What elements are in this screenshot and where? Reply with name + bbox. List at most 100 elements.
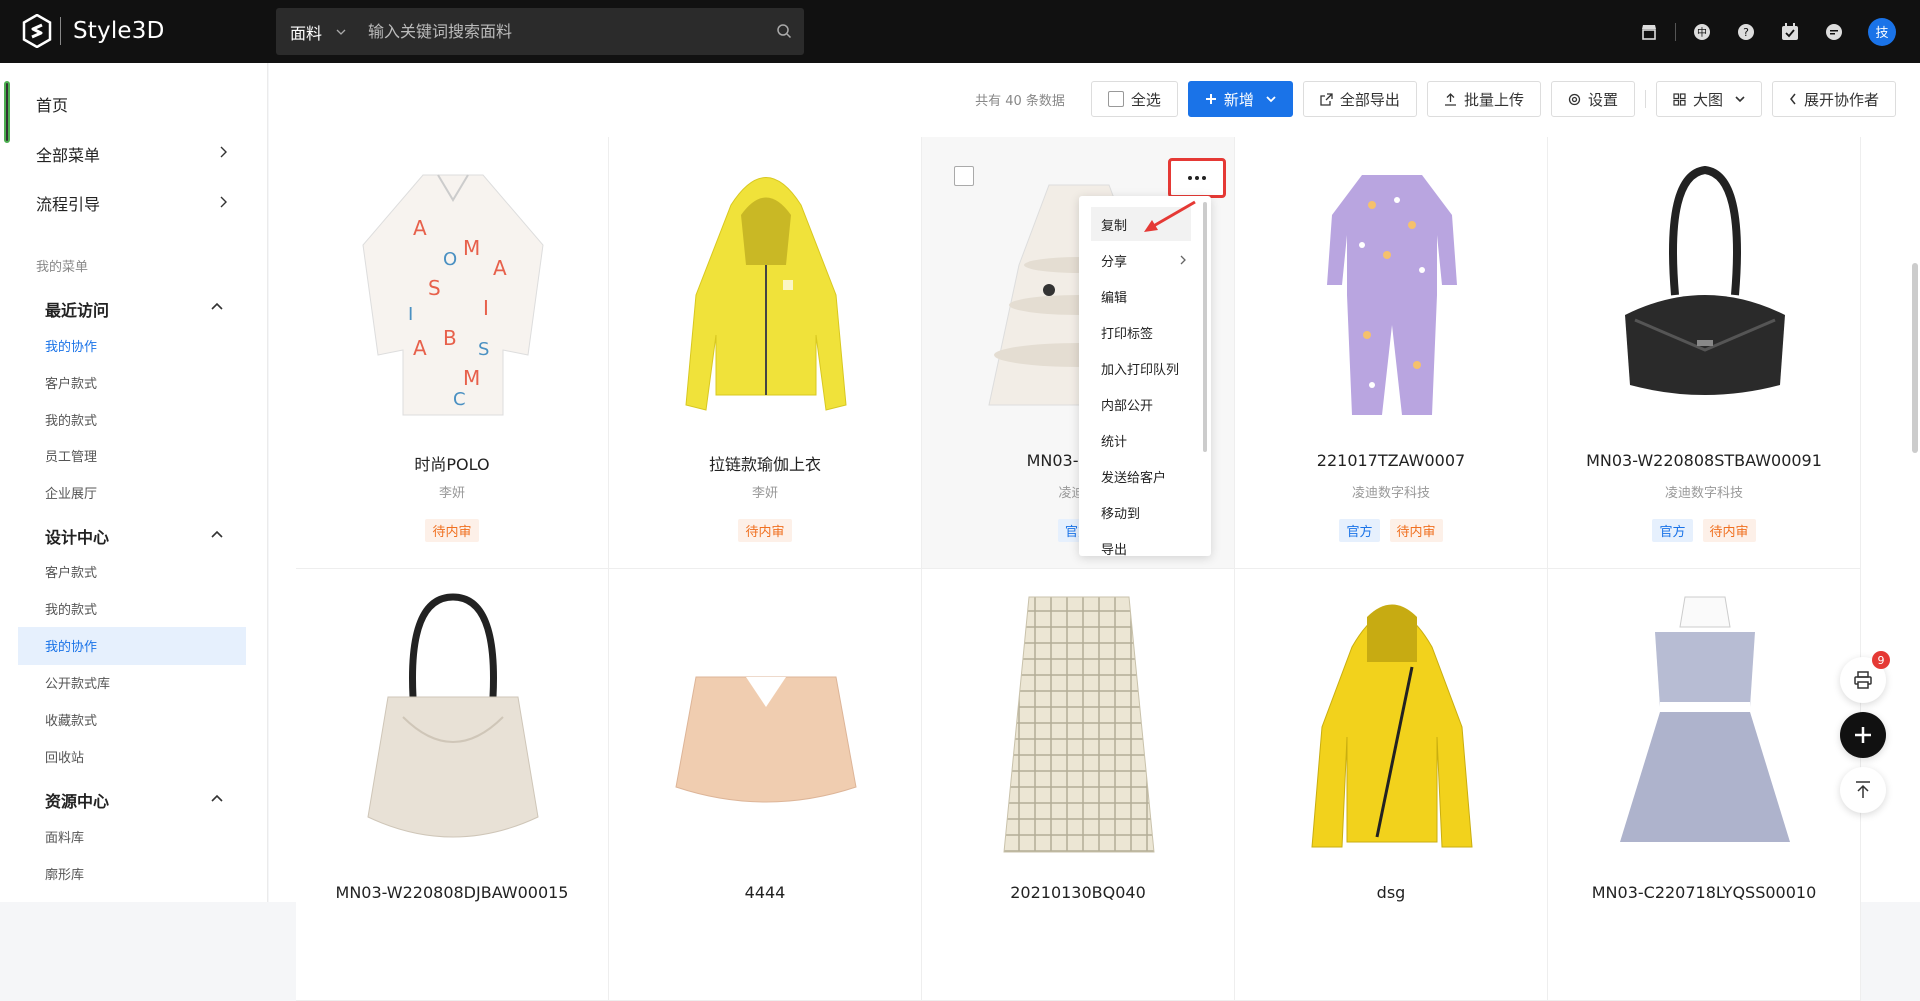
style-card[interactable]: dsg <box>1235 569 1548 1001</box>
chevron-down-icon[interactable] <box>1266 95 1276 103</box>
sidebar-item-favorites[interactable]: 收藏款式 <box>45 710 97 729</box>
menu-scrollbar[interactable] <box>1203 202 1207 452</box>
menu-item-add-print-queue[interactable]: 加入打印队列 <box>1091 351 1191 385</box>
style-card[interactable]: 20210130BQ040 <box>922 569 1235 1001</box>
batch-upload-button[interactable]: 批量上传 <box>1426 81 1541 117</box>
print-queue-button[interactable]: 9 <box>1840 651 1890 703</box>
menu-item-statistics[interactable]: 统计 <box>1091 423 1191 457</box>
sidebar-item-design-my-style[interactable]: 我的款式 <box>45 599 97 618</box>
chevron-up-icon[interactable] <box>210 301 224 311</box>
sidebar-item-public-library[interactable]: 公开款式库 <box>45 673 110 692</box>
divider <box>1644 90 1646 108</box>
top-bar: Style3D 面料 中 ? 技 <box>0 0 1920 63</box>
sidebar-item-recent-staff[interactable]: 员工管理 <box>45 446 97 465</box>
sidebar-item-recycle-bin[interactable]: 回收站 <box>45 747 84 766</box>
sidebar-item-design-collab[interactable]: 我的协作 <box>45 636 97 655</box>
view-mode-select[interactable]: 大图 <box>1655 81 1762 117</box>
sidebar-item-recent-collab[interactable]: 我的协作 <box>45 336 97 355</box>
style-card[interactable]: AMSIAMBA OISC 时尚POLO 李妍 待内审 <box>296 137 609 569</box>
style-thumbnail[interactable] <box>1255 145 1528 435</box>
message-icon[interactable] <box>1824 22 1844 42</box>
main-scrollbar[interactable] <box>1912 263 1918 453</box>
style-thumbnail[interactable] <box>629 577 902 867</box>
svg-text:A: A <box>493 256 507 280</box>
sidebar-group-design[interactable]: 设计中心 <box>45 524 109 548</box>
more-actions-button[interactable] <box>1168 158 1226 198</box>
arrow-up-icon <box>1856 781 1870 798</box>
search-category-select[interactable]: 面料 <box>290 20 322 44</box>
export-all-button[interactable]: 全部导出 <box>1302 81 1417 117</box>
menu-item-export[interactable]: 导出 <box>1091 531 1191 557</box>
status-badge: 待内审 <box>425 519 479 542</box>
settings-button[interactable]: 设置 <box>1550 81 1635 117</box>
search-input[interactable] <box>368 22 749 41</box>
chevron-right-icon[interactable] <box>218 195 228 209</box>
style-card[interactable]: MN03-W220808STBAW00091 凌迪数字科技 官方 待内审 <box>1548 137 1861 569</box>
style-card[interactable]: 拉链款瑜伽上衣 李妍 待内审 <box>609 137 922 569</box>
expand-collaborators-button[interactable]: 展开协作者 <box>1771 81 1896 117</box>
language-icon[interactable]: 中 <box>1692 22 1712 42</box>
svg-text:I: I <box>483 296 489 320</box>
sidebar-item-home[interactable]: 首页 <box>36 92 68 116</box>
sidebar-section-title: 我的菜单 <box>36 260 89 275</box>
sidebar-item-fabric-library[interactable]: 面料库 <box>45 827 84 846</box>
settings-label: 设置 <box>1587 90 1618 109</box>
sidebar-item-design-client-style[interactable]: 客户款式 <box>45 562 97 581</box>
sidebar-group-recent[interactable]: 最近访问 <box>45 297 109 321</box>
sidebar-item-all-menu[interactable]: 全部菜单 <box>36 142 100 166</box>
svg-text:B: B <box>443 326 457 350</box>
style-author: 凌迪数字科技 <box>1351 486 1430 501</box>
style-thumbnail[interactable] <box>1255 577 1528 867</box>
context-menu: 复制 分享 编辑 打印标签 加入打印队列 内部公开 统计 发送给客户 移动到 导… <box>1079 196 1211 556</box>
style3d-logo-icon <box>22 13 52 49</box>
chevron-up-icon[interactable] <box>210 529 224 539</box>
chevron-up-icon[interactable] <box>210 793 224 803</box>
style-card[interactable]: MN03-C220718LYQSS00010 <box>1548 569 1861 1001</box>
sidebar-group-resource[interactable]: 资源中心 <box>45 788 109 812</box>
menu-item-edit[interactable]: 编辑 <box>1091 279 1191 313</box>
menu-item-share[interactable]: 分享 <box>1091 243 1191 277</box>
svg-text:O: O <box>443 249 457 270</box>
style-card[interactable]: 221017TZAW0007 凌迪数字科技 官方 待内审 <box>1235 137 1548 569</box>
gear-icon <box>1568 93 1581 106</box>
status-badge: 官方 <box>1339 519 1380 542</box>
back-to-top-button[interactable] <box>1840 767 1886 813</box>
menu-item-internal-public[interactable]: 内部公开 <box>1091 387 1191 421</box>
chevron-down-icon[interactable] <box>336 27 346 37</box>
help-icon[interactable]: ? <box>1736 22 1756 42</box>
printer-icon <box>1854 671 1872 689</box>
checkbox-icon[interactable] <box>1107 91 1124 107</box>
chevron-right-icon[interactable] <box>218 145 228 159</box>
style-thumbnail[interactable] <box>629 145 902 435</box>
menu-item-share-label: 分享 <box>1101 254 1128 270</box>
search-icon[interactable] <box>776 23 792 39</box>
chevron-down-icon[interactable] <box>1735 95 1745 103</box>
style-thumbnail[interactable] <box>942 577 1215 867</box>
add-floating-button[interactable] <box>1840 712 1886 758</box>
style-thumbnail[interactable]: AMSIAMBA OISC <box>316 145 589 435</box>
sidebar-item-flow-guide[interactable]: 流程引导 <box>36 191 100 215</box>
grid-icon <box>1673 92 1686 106</box>
svg-text:A: A <box>413 216 427 240</box>
divider <box>1675 22 1676 41</box>
sidebar-item-recent-my-style[interactable]: 我的款式 <box>45 410 97 429</box>
calendar-check-icon[interactable] <box>1780 22 1800 42</box>
style-thumbnail[interactable] <box>1568 577 1841 867</box>
menu-item-move-to[interactable]: 移动到 <box>1091 495 1191 529</box>
avatar[interactable]: 技 <box>1868 17 1896 46</box>
style-thumbnail[interactable] <box>1568 145 1841 435</box>
style-card[interactable]: 4444 <box>609 569 922 1001</box>
style-thumbnail[interactable] <box>316 577 589 867</box>
sidebar-item-recent-showroom[interactable]: 企业展厅 <box>45 483 97 502</box>
logo[interactable]: Style3D <box>22 13 165 49</box>
store-icon[interactable] <box>1639 22 1659 42</box>
style-title: dsg <box>1376 883 1406 902</box>
menu-item-send-to-client[interactable]: 发送给客户 <box>1091 459 1191 493</box>
sidebar-scrollbar[interactable] <box>4 81 10 143</box>
add-button[interactable]: 新增 <box>1187 81 1293 117</box>
style-card[interactable]: MN03-W220808DJBAW00015 <box>296 569 609 1001</box>
select-all-button[interactable]: 全选 <box>1090 81 1178 117</box>
sidebar-item-silhouette-library[interactable]: 廓形库 <box>45 864 84 883</box>
menu-item-print-label[interactable]: 打印标签 <box>1091 315 1191 349</box>
sidebar-item-recent-client-style[interactable]: 客户款式 <box>45 373 97 392</box>
